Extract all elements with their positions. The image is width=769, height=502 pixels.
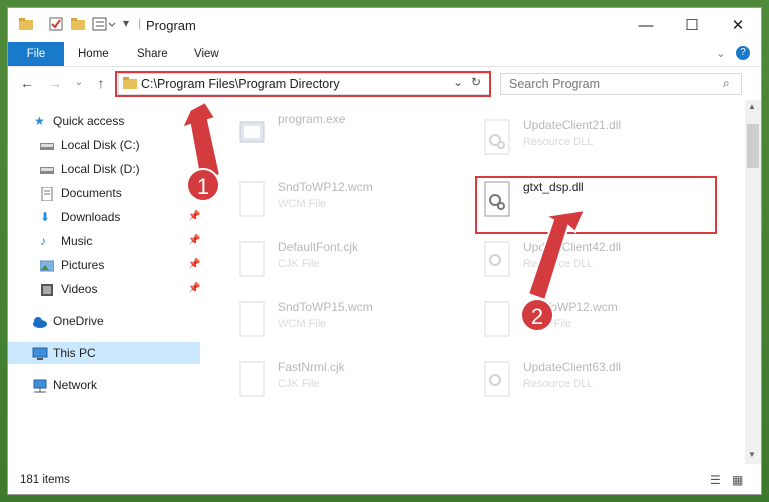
annotation-arrows — [180, 100, 587, 302]
callout-badge-2: 2 — [520, 298, 554, 332]
arrow-2 — [526, 208, 587, 302]
callout-badge-1: 1 — [186, 168, 220, 202]
